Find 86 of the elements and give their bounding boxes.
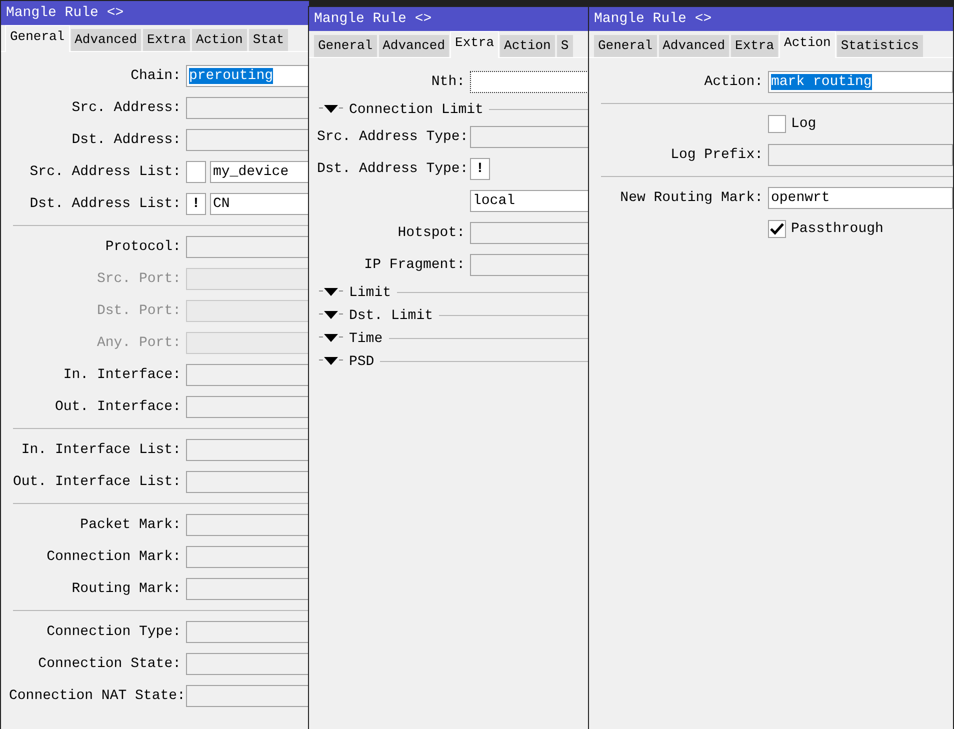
window-title: Mangle Rule <> [589, 7, 953, 31]
field-label: Out. Interface List: [12, 474, 181, 490]
negate-toggle[interactable] [186, 161, 206, 183]
field-label: Any. Port: [96, 335, 181, 351]
section-title[interactable]: Connection Limit [349, 102, 484, 118]
negate-toggle[interactable]: ! [186, 193, 206, 215]
input-field[interactable] [186, 546, 309, 568]
field-label: Chain: [130, 68, 181, 84]
input-field[interactable]: CN [210, 193, 309, 215]
field-label: Dst. Address List: [28, 196, 181, 212]
checkbox[interactable] [768, 220, 786, 238]
field-label: New Routing Mark: [619, 190, 763, 206]
field-label: Protocol: [104, 239, 181, 255]
tab[interactable]: Advanced [658, 34, 730, 57]
checkbox-label: Log [791, 116, 816, 132]
tab[interactable]: Advanced [70, 28, 142, 51]
field-label: In. Interface List: [20, 442, 181, 458]
field-label: Dst. Port: [96, 303, 181, 319]
window-title: Mangle Rule <> [1, 1, 309, 25]
tab[interactable]: Extra [730, 34, 780, 57]
input-field[interactable]: prerouting [186, 65, 309, 87]
input-field[interactable] [470, 254, 589, 276]
window-title: Mangle Rule <> [309, 7, 589, 31]
field-label: Nth: [430, 74, 465, 90]
field-label: Connection Type: [46, 624, 181, 640]
tab[interactable]: Action [191, 28, 248, 51]
field-label: Log Prefix: [670, 147, 763, 163]
tab[interactable]: Extra [142, 28, 192, 51]
negate-toggle[interactable]: ! [470, 158, 490, 180]
field-label: Connection Mark: [46, 549, 181, 565]
input-field[interactable]: openwrt [768, 187, 953, 209]
tab[interactable]: Advanced [378, 34, 450, 57]
triangle-down-icon[interactable] [319, 104, 343, 114]
tab[interactable]: Action [779, 31, 836, 58]
checkbox-label: Passthrough [791, 221, 884, 237]
input-field[interactable] [470, 222, 589, 244]
input-field[interactable] [186, 129, 309, 151]
input-field[interactable] [186, 653, 309, 675]
triangle-down-icon[interactable] [319, 334, 343, 344]
input-field[interactable] [186, 578, 309, 600]
input-field[interactable] [186, 236, 309, 258]
checkbox[interactable] [768, 115, 786, 133]
input-field[interactable] [186, 685, 309, 707]
field-label: Dst. Address Type: [317, 161, 465, 177]
input-field[interactable] [186, 364, 309, 386]
input-field[interactable]: my_device [210, 161, 309, 183]
input-field[interactable] [470, 126, 589, 148]
field-label: In. Interface: [62, 367, 181, 383]
field-label: Connection State: [37, 656, 181, 672]
input-field[interactable] [768, 144, 953, 166]
field-label: Out. Interface: [54, 399, 181, 415]
field-label: Dst. Address: [70, 132, 181, 148]
field-label: Action: [703, 74, 763, 90]
field-label: Src. Address List: [28, 164, 181, 180]
input-field[interactable]: mark routing [768, 71, 953, 93]
tab[interactable]: Action [499, 34, 556, 57]
field-label: Src. Port: [96, 271, 181, 287]
triangle-down-icon[interactable] [319, 356, 343, 366]
field-label: Packet Mark: [79, 517, 181, 533]
input-field[interactable] [186, 396, 309, 418]
tab[interactable]: General [5, 25, 70, 52]
field-label: Routing Mark: [70, 581, 181, 597]
field-label: Hotspot: [396, 225, 465, 241]
input-field[interactable] [470, 71, 589, 93]
input-field[interactable] [186, 621, 309, 643]
input-field[interactable] [186, 471, 309, 493]
tab[interactable]: S [556, 34, 574, 57]
triangle-down-icon[interactable] [319, 310, 343, 320]
input-field[interactable] [186, 97, 309, 119]
section-title[interactable]: Limit [349, 284, 392, 300]
field-label: Connection NAT State: [9, 688, 181, 704]
input-field[interactable]: local [470, 190, 589, 212]
tab[interactable]: General [313, 34, 378, 57]
section-title[interactable]: PSD [349, 354, 374, 370]
tab[interactable]: General [593, 34, 658, 57]
tab[interactable]: Extra [450, 31, 500, 58]
field-label: Src. Address Type: [317, 129, 465, 145]
section-title[interactable]: Dst. Limit [349, 308, 434, 324]
field-label: Src. Address: [70, 100, 181, 116]
input-field[interactable] [186, 439, 309, 461]
field-label: IP Fragment: [363, 257, 465, 273]
tab[interactable]: Stat [248, 28, 290, 51]
section-title[interactable]: Time [349, 330, 383, 346]
triangle-down-icon[interactable] [319, 288, 343, 298]
input-field[interactable] [186, 514, 309, 536]
tab[interactable]: Statistics [836, 34, 924, 57]
